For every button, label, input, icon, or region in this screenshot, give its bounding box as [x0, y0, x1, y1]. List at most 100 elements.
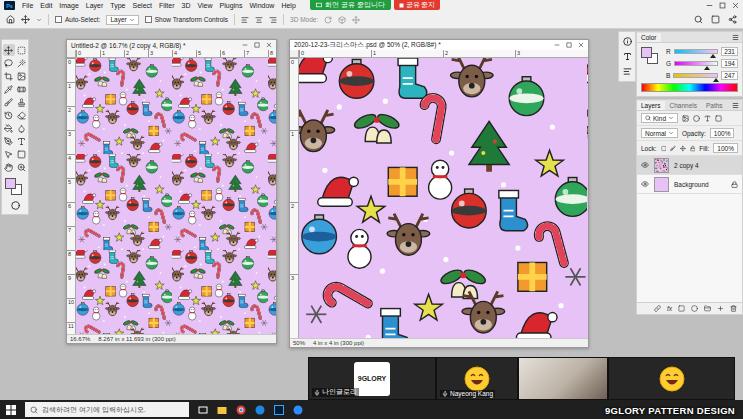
tool-button[interactable] — [16, 57, 28, 69]
layer-row[interactable]: Background — [637, 175, 742, 194]
fill-field[interactable]: 100% — [713, 143, 738, 153]
panel-tab[interactable]: Color — [637, 33, 661, 42]
document-maximize-icon[interactable] — [254, 42, 260, 48]
panel-tab[interactable]: Layers — [637, 101, 665, 110]
eraser-tool-icon[interactable] — [17, 111, 26, 120]
document-close-icon[interactable] — [266, 42, 272, 48]
task-view-icon[interactable] — [198, 405, 208, 415]
photoshop-taskbar-icon[interactable] — [274, 405, 284, 415]
dropdown-caret-icon[interactable] — [129, 17, 135, 23]
participant-tile[interactable]: 9GLORY나인글로리 — [308, 357, 436, 400]
color-spectrum[interactable] — [641, 83, 738, 92]
delete-layer-icon[interactable] — [730, 305, 737, 312]
frame-tool-icon[interactable] — [17, 72, 26, 81]
add-mask-icon[interactable] — [678, 305, 685, 312]
document-window[interactable]: Untitled-2 @ 16.7% (2 copy 4, RGB/8) *01… — [66, 39, 277, 344]
marquee-tool-icon[interactable] — [17, 46, 26, 55]
lock-position-icon[interactable] — [680, 145, 686, 152]
align-left-icon[interactable] — [241, 16, 249, 24]
pan-3d-icon[interactable] — [352, 16, 360, 24]
document-minimize-icon[interactable] — [242, 42, 248, 48]
panel-tab[interactable]: Channels — [666, 101, 701, 110]
bucket-tool-icon[interactable] — [4, 124, 13, 133]
menu-item[interactable]: Plugins — [220, 0, 243, 11]
color-slider[interactable] — [674, 61, 718, 66]
tool-button[interactable] — [16, 161, 28, 173]
menu-item[interactable]: File — [22, 0, 33, 11]
foreground-swatch[interactable] — [5, 178, 16, 189]
home-icon[interactable] — [6, 15, 15, 24]
share-icon[interactable] — [728, 15, 737, 24]
info-icon[interactable] — [623, 37, 632, 46]
auto-select-checkbox[interactable]: Auto-Select: — [55, 16, 100, 23]
layer-effects-button[interactable]: fx — [667, 305, 672, 312]
filter-pixel-icon[interactable] — [682, 115, 689, 122]
layer-filter[interactable]: Kind — [641, 113, 678, 123]
filter-type-icon[interactable] — [704, 115, 711, 122]
participant-tile[interactable] — [518, 357, 608, 400]
visibility-eye-icon[interactable] — [641, 180, 649, 188]
quick-mask-icon[interactable] — [11, 201, 20, 210]
new-group-icon[interactable] — [704, 305, 711, 312]
heal-tool-icon[interactable] — [17, 85, 26, 94]
participant-tile[interactable]: Nayeong Kang — [436, 357, 518, 400]
document-canvas[interactable] — [76, 58, 276, 334]
shape-tool-icon[interactable] — [17, 150, 26, 159]
link-layers-icon[interactable] — [654, 305, 661, 312]
show-transform-checkbox[interactable]: Show Transform Controls — [145, 16, 228, 23]
color-panel-swatches[interactable] — [641, 47, 661, 65]
rotate-3d-icon[interactable] — [324, 16, 332, 24]
search-icon[interactable] — [694, 15, 703, 24]
character-icon[interactable] — [623, 52, 632, 61]
tool-button[interactable] — [3, 57, 15, 69]
stamp-tool-icon[interactable] — [17, 98, 26, 107]
visibility-eye-icon[interactable] — [641, 161, 649, 169]
dropdown-caret-icon[interactable] — [668, 115, 674, 121]
menu-item[interactable]: Select — [133, 0, 152, 11]
document-minimize-icon[interactable] — [554, 42, 560, 48]
tool-button[interactable] — [3, 161, 15, 173]
pen-tool-icon[interactable] — [4, 137, 13, 146]
chrome-icon[interactable] — [236, 405, 246, 415]
menu-item[interactable]: 3D — [182, 0, 191, 11]
slider-thumb[interactable] — [704, 66, 710, 70]
wand-tool-icon[interactable] — [17, 59, 26, 68]
menu-item[interactable]: Layer — [86, 0, 104, 11]
tool-button[interactable] — [3, 83, 15, 95]
menu-item[interactable]: View — [198, 0, 213, 11]
document-window[interactable]: 2020-12-23-크리스마스.psd @ 50% (2, RGB/8#) *… — [289, 39, 589, 348]
color-value[interactable]: 194 — [721, 59, 738, 68]
color-slider[interactable] — [674, 49, 718, 54]
document-tab[interactable]: 2020-12-23-크리스마스.psd @ 50% (2, RGB/8#) * — [290, 40, 588, 50]
panel-tab[interactable]: Paths — [702, 101, 727, 110]
lock-transparent-icon[interactable] — [661, 145, 667, 152]
document-close-icon[interactable] — [578, 42, 584, 48]
menu-item[interactable]: Image — [59, 0, 78, 11]
brush-tool-icon[interactable] — [4, 98, 13, 107]
move-tool-icon[interactable] — [4, 46, 13, 55]
tool-button[interactable] — [3, 135, 15, 147]
filter-adjustment-icon[interactable] — [693, 115, 700, 122]
lock-all-icon[interactable] — [690, 145, 696, 152]
color-slider[interactable] — [673, 73, 718, 78]
menu-item[interactable]: Filter — [159, 0, 175, 11]
hand-tool-icon[interactable] — [4, 163, 13, 172]
file-explorer-icon[interactable] — [217, 405, 227, 415]
search-icon[interactable] — [645, 115, 651, 121]
app-close-icon[interactable] — [732, 2, 739, 9]
menu-item[interactable]: Help — [281, 0, 295, 11]
align-center-icon[interactable] — [255, 16, 263, 24]
layer-row[interactable]: 2 copy 4 — [637, 156, 742, 175]
document-maximize-icon[interactable] — [566, 42, 572, 48]
tool-button[interactable] — [16, 135, 28, 147]
tool-button[interactable] — [16, 44, 28, 56]
participant-tile[interactable] — [608, 357, 735, 400]
lock-pixels-icon[interactable] — [670, 145, 676, 152]
tool-button[interactable] — [16, 109, 28, 121]
taskbar-search[interactable]: 검색하려면 여기에 입력하십시오. — [25, 402, 189, 417]
foreground-swatch[interactable] — [641, 47, 652, 58]
tool-button[interactable] — [3, 148, 15, 160]
move-tool-icon[interactable] — [21, 15, 30, 24]
workspace-icon[interactable] — [711, 15, 720, 24]
type-tool-icon[interactable] — [17, 137, 26, 146]
